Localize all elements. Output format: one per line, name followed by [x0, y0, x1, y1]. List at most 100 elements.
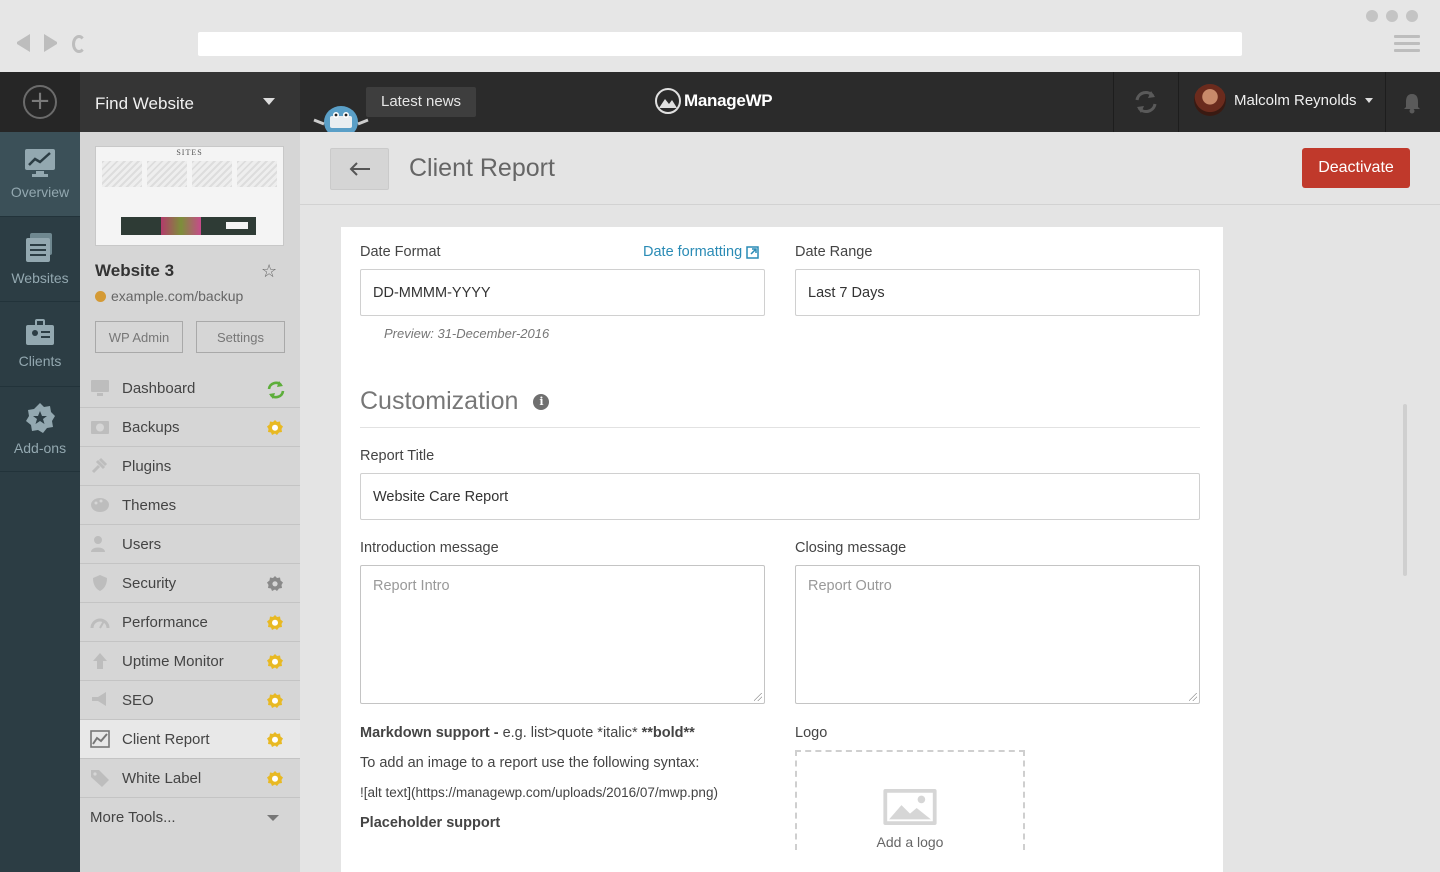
nav-overview[interactable]: Overview: [0, 132, 80, 217]
markdown-bold-example: **bold**: [641, 725, 695, 741]
sidebar-item-white-label[interactable]: White Label: [80, 759, 300, 798]
clients-icon: [26, 319, 54, 345]
sync-button[interactable]: [1113, 72, 1179, 132]
sidebar-item-label: Performance: [122, 613, 208, 631]
sidebar-item-label: Themes: [122, 496, 177, 514]
site-thumbnail[interactable]: SITES: [95, 146, 284, 246]
sidebar-item-client-report[interactable]: Client Report: [80, 720, 300, 759]
customization-heading: Customization i: [360, 387, 550, 416]
report-title-label: Report Title: [360, 448, 435, 464]
star-icon[interactable]: ☆: [261, 261, 277, 282]
site-sidebar: SITES Website 3 ☆ example.com/backup WP …: [80, 132, 300, 872]
nav-clients[interactable]: Clients: [0, 302, 80, 387]
browser-chrome: [0, 0, 1440, 72]
sidebar-item-label: Users: [122, 535, 162, 553]
closing-label: Closing message: [795, 540, 907, 556]
date-formatting-link[interactable]: Date formatting: [643, 244, 759, 260]
main-panel: Client Report Deactivate Date Format Dat…: [300, 132, 1440, 872]
markdown-bold-label: Markdown support -: [360, 725, 499, 741]
back-button[interactable]: [330, 148, 389, 190]
logo-label: Logo: [795, 725, 828, 741]
address-bar[interactable]: [198, 32, 1242, 56]
sidebar-item-label: Security: [122, 574, 177, 592]
latest-news-button[interactable]: Latest news: [366, 87, 477, 117]
sidebar-item-uptime-monitor[interactable]: Uptime Monitor: [80, 642, 300, 681]
sidebar-item-themes[interactable]: Themes: [80, 486, 300, 525]
addon-badge-icon[interactable]: [266, 653, 283, 670]
avatar: [1194, 84, 1226, 116]
sidebar-item-label: White Label: [122, 769, 202, 787]
monitor-chart-icon: [25, 149, 55, 177]
date-formatting-link-text: Date formatting: [643, 244, 743, 260]
more-tools-toggle[interactable]: More Tools...: [80, 798, 300, 837]
resize-grip-icon[interactable]: [1189, 693, 1197, 701]
addon-badge-icon[interactable]: [266, 614, 283, 631]
browser-menu-icon[interactable]: [1394, 35, 1420, 56]
sidebar-item-plugins[interactable]: Plugins: [80, 447, 300, 486]
sidebar-item-dashboard[interactable]: Dashboard: [80, 369, 300, 408]
site-name: Website 3: [95, 261, 175, 280]
find-website-label: Find Website: [95, 94, 194, 113]
addon-badge-icon[interactable]: [266, 731, 283, 748]
site-url[interactable]: example.com/backup: [95, 288, 243, 304]
more-tools-label: More Tools...: [90, 809, 176, 826]
add-website-button[interactable]: +: [0, 72, 80, 132]
monitor-icon: [90, 379, 110, 397]
sync-icon: [1135, 91, 1157, 113]
sidebar-item-users[interactable]: Users: [80, 525, 300, 564]
shield-icon: [90, 574, 110, 592]
managewp-logo[interactable]: ManageWP: [655, 88, 773, 114]
date-format-input[interactable]: DD-MMMM-YYYY: [360, 269, 765, 316]
date-preview: Preview: 31-December-2016: [384, 326, 550, 341]
page-header: Client Report Deactivate: [300, 132, 1440, 205]
info-icon[interactable]: i: [533, 393, 550, 410]
logo-upload[interactable]: Add a logo: [795, 750, 1025, 850]
chevron-down-icon: [267, 815, 279, 821]
wp-admin-button[interactable]: WP Admin: [95, 321, 183, 353]
brand-name: ManageWP: [684, 91, 773, 110]
sidebar-item-backups[interactable]: Backups: [80, 408, 300, 447]
logo-add-caption: Add a logo: [876, 834, 944, 850]
addon-badge-icon[interactable]: [266, 770, 283, 787]
chevron-down-icon: [263, 98, 275, 105]
placeholder-support: Placeholder support: [360, 815, 501, 831]
deactivate-button[interactable]: Deactivate: [1302, 148, 1410, 188]
sidebar-item-label: Client Report: [122, 730, 210, 748]
addon-badge-icon: [26, 403, 55, 433]
scrollbar[interactable]: [1403, 404, 1407, 576]
primary-nav: Overview Websites Clients Add-ons: [0, 132, 80, 872]
sidebar-item-label: Plugins: [122, 457, 172, 475]
nav-websites[interactable]: Websites: [0, 217, 80, 302]
megaphone-icon: [90, 691, 110, 709]
intro-textarea[interactable]: Report Intro: [360, 565, 765, 704]
site-tools-menu: Dashboard Backups Plugins Themes Users Securi…: [80, 369, 300, 837]
markdown-help: Markdown support - e.g. list>quote *ital…: [360, 725, 695, 741]
sidebar-item-seo[interactable]: SEO: [80, 681, 300, 720]
forward-arrow-icon[interactable]: [44, 34, 58, 52]
intro-placeholder: Report Intro: [373, 578, 450, 594]
addon-badge-icon[interactable]: [266, 692, 283, 709]
date-range-select[interactable]: Last 7 Days: [795, 269, 1200, 316]
user-menu[interactable]: Malcolm Reynolds: [1194, 84, 1373, 116]
addon-badge-icon[interactable]: [266, 419, 283, 436]
sidebar-item-performance[interactable]: Performance: [80, 603, 300, 642]
find-website-dropdown[interactable]: Find Website: [80, 72, 300, 132]
closing-textarea[interactable]: Report Outro: [795, 565, 1200, 704]
divider: [1385, 72, 1386, 132]
client-report-form: Date Format Date formatting DD-MMMM-YYYY…: [341, 227, 1223, 872]
sync-icon[interactable]: [266, 380, 285, 399]
nav-addons[interactable]: Add-ons: [0, 387, 80, 472]
site-settings-button[interactable]: Settings: [196, 321, 285, 353]
resize-grip-icon[interactable]: [754, 693, 762, 701]
sidebar-item-label: Uptime Monitor: [122, 652, 224, 670]
sidebar-item-security[interactable]: Security: [80, 564, 300, 603]
site-url-text: example.com/backup: [111, 288, 244, 304]
bell-icon[interactable]: [1402, 92, 1422, 114]
back-arrow-icon[interactable]: [16, 34, 30, 52]
report-title-input[interactable]: Website Care Report: [360, 473, 1200, 520]
managewp-logo-icon: [655, 88, 681, 114]
external-link-icon: [746, 245, 759, 259]
gear-icon[interactable]: [266, 575, 283, 592]
image-icon: [883, 788, 937, 826]
reload-icon[interactable]: [72, 35, 86, 53]
